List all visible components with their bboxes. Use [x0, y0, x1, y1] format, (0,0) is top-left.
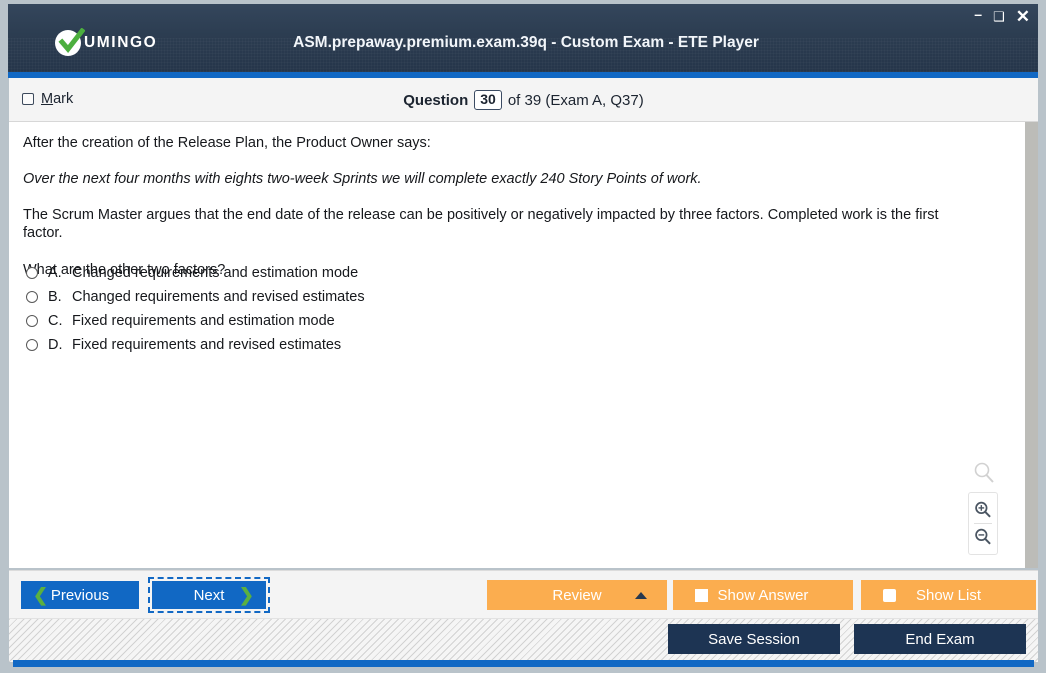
show-list-button[interactable]: Show List — [861, 580, 1036, 610]
chevron-left-icon: ❮ — [33, 585, 49, 605]
save-session-label: Save Session — [708, 630, 800, 648]
vumingo-check-icon — [55, 28, 85, 58]
question-info-bar: Mark Question 30 of 39 (Exam A, Q37) — [9, 78, 1038, 122]
show-answer-button-label: Show Answer — [717, 586, 809, 604]
window-title: ASM.prepaway.premium.exam.39q - Custom E… — [293, 34, 759, 51]
zoom-in-icon — [975, 501, 991, 518]
option-letter: B. — [48, 289, 62, 305]
option-letter: D. — [48, 337, 63, 353]
option-text: Changed requirements and estimation mode — [72, 265, 359, 281]
bottom-accent-strip — [13, 660, 1034, 667]
app-logo: UMINGO — [55, 28, 157, 58]
option-text: Fixed requirements and revised estimates — [72, 337, 342, 353]
question-paragraph: After the creation of the Release Plan, … — [23, 135, 431, 151]
answer-options-list: A. Changed requirements and estimation m… — [26, 261, 365, 357]
answer-option-c[interactable]: C. Fixed requirements and estimation mod… — [26, 309, 365, 333]
option-letter: C. — [48, 313, 63, 329]
title-bar: UMINGO ASM.prepaway.premium.exam.39q - C… — [8, 4, 1038, 72]
end-exam-button[interactable]: End Exam — [854, 624, 1026, 654]
review-button[interactable]: Review — [487, 580, 667, 610]
list-square-icon — [883, 588, 896, 602]
radio-button[interactable] — [26, 267, 38, 279]
answer-option-d[interactable]: D. Fixed requirements and revised estima… — [26, 333, 365, 357]
option-letter: A. — [48, 265, 62, 281]
question-counter: Question 30 of 39 (Exam A, Q37) — [9, 90, 1038, 110]
zoom-out-button[interactable] — [970, 524, 996, 550]
square-icon — [695, 588, 708, 602]
option-text: Fixed requirements and estimation mode — [72, 313, 335, 329]
previous-button[interactable]: ❮ Previous — [21, 581, 139, 609]
ete-player-window: UMINGO ASM.prepaway.premium.exam.39q - C… — [0, 0, 1046, 673]
end-exam-label: End Exam — [905, 630, 975, 648]
maximize-icon[interactable]: ❑ — [993, 10, 1005, 23]
next-button-label: Next — [193, 586, 225, 604]
question-paragraph: The Scrum Master argues that the end dat… — [23, 207, 939, 242]
footer-bar: Save Session End Exam — [9, 618, 1038, 662]
window-controls: – ❑ ✕ — [974, 7, 1030, 26]
content-scrollbar[interactable] — [1025, 122, 1038, 568]
save-session-button[interactable]: Save Session — [668, 624, 840, 654]
question-number-input[interactable]: 30 — [474, 90, 502, 110]
question-content-area: After the creation of the Release Plan, … — [9, 122, 1038, 568]
magnifier-icon[interactable] — [972, 461, 996, 485]
question-paragraph: Over the next four months with eights tw… — [23, 171, 702, 188]
check-mark-icon — [58, 28, 85, 53]
radio-button[interactable] — [26, 339, 38, 351]
answer-option-a[interactable]: A. Changed requirements and estimation m… — [26, 261, 365, 285]
navigation-toolbar: ❮ Previous Next ❯ Review Show Answer Sho… — [9, 570, 1038, 618]
minimize-icon[interactable]: – — [974, 7, 982, 21]
zoom-controls-panel — [968, 492, 998, 555]
next-button[interactable]: Next ❯ — [148, 577, 270, 613]
radio-button[interactable] — [26, 291, 38, 303]
chevron-right-icon: ❯ — [238, 585, 254, 605]
answer-option-b[interactable]: B. Changed requirements and revised esti… — [26, 285, 365, 309]
option-text: Changed requirements and revised estimat… — [72, 289, 365, 305]
question-word: Question — [403, 91, 469, 109]
show-list-button-label: Show List — [915, 586, 982, 604]
radio-button[interactable] — [26, 315, 38, 327]
question-total-label: of 39 (Exam A, Q37) — [507, 91, 644, 109]
show-answer-button[interactable]: Show Answer — [673, 580, 853, 610]
zoom-out-icon — [975, 528, 991, 545]
review-button-label: Review — [552, 586, 602, 604]
chevron-up-icon — [635, 591, 647, 599]
zoom-in-button[interactable] — [970, 497, 996, 523]
logo-text: UMINGO — [84, 34, 158, 52]
previous-button-label: Previous — [50, 586, 110, 604]
close-icon[interactable]: ✕ — [1016, 8, 1030, 25]
